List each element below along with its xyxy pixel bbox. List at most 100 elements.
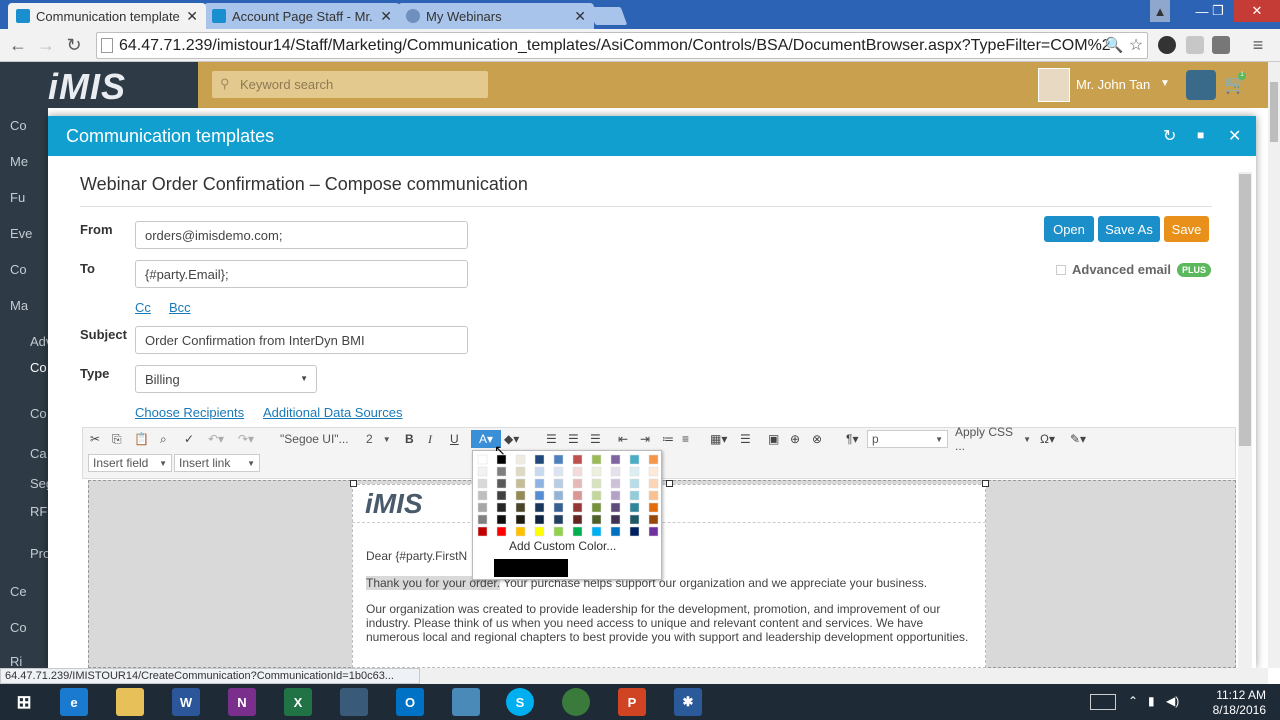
- horizontal-rule-icon[interactable]: ☰: [740, 431, 751, 447]
- resize-handle[interactable]: [350, 480, 357, 487]
- color-swatch[interactable]: [553, 514, 564, 525]
- color-swatch[interactable]: [515, 490, 526, 501]
- paste-icon[interactable]: 📋: [134, 431, 149, 447]
- align-left-icon[interactable]: ☰: [546, 431, 557, 447]
- resize-handle[interactable]: [982, 480, 989, 487]
- bullet-list-icon[interactable]: ≡: [682, 431, 689, 447]
- color-swatch[interactable]: [515, 526, 526, 537]
- color-swatch[interactable]: [591, 514, 602, 525]
- building-app-icon[interactable]: [452, 688, 480, 716]
- color-swatch[interactable]: [572, 454, 583, 465]
- color-swatch[interactable]: [477, 490, 488, 501]
- color-swatch[interactable]: [496, 526, 507, 537]
- color-swatch[interactable]: [496, 514, 507, 525]
- color-swatch[interactable]: [572, 490, 583, 501]
- color-swatch[interactable]: [477, 478, 488, 489]
- extension-camera-icon[interactable]: [1212, 36, 1230, 54]
- color-swatch[interactable]: [553, 478, 564, 489]
- color-swatch[interactable]: [572, 526, 583, 537]
- imis-logo[interactable]: iMIS: [48, 66, 126, 108]
- sidebar-subitem-segmentation[interactable]: Seg: [30, 476, 48, 491]
- from-field[interactable]: orders@imisdemo.com;: [135, 221, 468, 249]
- color-swatch[interactable]: [610, 514, 621, 525]
- font-name-select[interactable]: "Segoe UI"...: [276, 430, 360, 448]
- color-swatch[interactable]: [534, 478, 545, 489]
- close-icon[interactable]: ✕: [380, 8, 392, 25]
- cut-icon[interactable]: ✂: [90, 431, 100, 447]
- powerpoint-icon[interactable]: P: [618, 688, 646, 716]
- chrome-menu-icon[interactable]: ≡: [1248, 35, 1268, 55]
- find-icon[interactable]: ⌕: [160, 431, 167, 447]
- extension-m-icon[interactable]: [1186, 36, 1204, 54]
- sidebar-subitem-advanced[interactable]: Adv: [30, 334, 48, 349]
- tray-arrow-icon[interactable]: ⌃: [1128, 694, 1138, 708]
- color-swatch[interactable]: [572, 514, 583, 525]
- close-icon[interactable]: ✕: [574, 8, 586, 25]
- color-swatch[interactable]: [496, 478, 507, 489]
- color-swatch[interactable]: [572, 466, 583, 477]
- color-swatch[interactable]: [496, 466, 507, 477]
- remote-desktop-icon[interactable]: [340, 688, 368, 716]
- network-icon[interactable]: ▮: [1148, 694, 1155, 708]
- color-swatch[interactable]: [629, 526, 640, 537]
- avatar[interactable]: [1038, 68, 1070, 102]
- color-swatch-grid[interactable]: [473, 451, 663, 541]
- color-swatch[interactable]: [629, 502, 640, 513]
- internet-explorer-icon[interactable]: e: [60, 688, 88, 716]
- new-tab-button[interactable]: [588, 7, 628, 25]
- user-name[interactable]: Mr. John Tan: [1076, 77, 1150, 92]
- font-size-select[interactable]: 2 ▼: [362, 430, 394, 448]
- format-stripper-icon[interactable]: ✎▾: [1070, 431, 1086, 447]
- color-swatch[interactable]: [629, 490, 640, 501]
- italic-icon[interactable]: I: [428, 431, 432, 447]
- chevron-down-icon[interactable]: ▼: [1160, 78, 1170, 89]
- outdent-icon[interactable]: ⇤: [618, 431, 628, 447]
- color-swatch[interactable]: [515, 466, 526, 477]
- window-close-icon[interactable]: ✕: [1234, 0, 1280, 22]
- color-swatch[interactable]: [591, 466, 602, 477]
- user-profile-icon[interactable]: ▲: [1150, 0, 1170, 22]
- sidebar-subitem-campaigns[interactable]: Ca: [30, 446, 48, 461]
- color-swatch[interactable]: [629, 466, 640, 477]
- subject-field[interactable]: Order Confirmation from InterDyn BMI: [135, 326, 468, 354]
- color-swatch[interactable]: [515, 478, 526, 489]
- color-swatch[interactable]: [591, 502, 602, 513]
- bookmark-star-icon[interactable]: ☆: [1126, 35, 1146, 55]
- sidebar-item-events[interactable]: Eve: [10, 226, 48, 241]
- color-swatch[interactable]: [629, 478, 640, 489]
- apply-css-select[interactable]: Apply CSS ... ▼: [951, 425, 1031, 453]
- maximize-icon[interactable]: ■: [1197, 128, 1204, 142]
- align-right-icon[interactable]: ☰: [590, 431, 601, 447]
- word-icon[interactable]: W: [172, 688, 200, 716]
- color-swatch[interactable]: [610, 454, 621, 465]
- clock[interactable]: 11:12 AM 8/18/2016: [1206, 688, 1266, 718]
- support-icon[interactable]: [1186, 70, 1216, 100]
- color-swatch[interactable]: [477, 514, 488, 525]
- close-icon[interactable]: ✕: [1228, 126, 1241, 146]
- color-swatch[interactable]: [496, 502, 507, 513]
- color-swatch[interactable]: [477, 466, 488, 477]
- sidebar-item-ri[interactable]: Ri: [10, 654, 48, 669]
- color-swatch[interactable]: [629, 454, 640, 465]
- underline-icon[interactable]: U: [450, 431, 459, 447]
- skype-icon[interactable]: S: [506, 688, 534, 716]
- color-swatch[interactable]: [591, 490, 602, 501]
- reload-icon[interactable]: ↻: [64, 35, 84, 55]
- horizontal-scrollbar[interactable]: [420, 668, 1268, 684]
- color-swatch[interactable]: [648, 502, 659, 513]
- tab-account-page[interactable]: Account Page Staff - Mr. ✕: [204, 3, 400, 29]
- color-swatch[interactable]: [534, 466, 545, 477]
- zoom-icon[interactable]: 🔍: [1104, 35, 1124, 55]
- file-explorer-icon[interactable]: [116, 688, 144, 716]
- additional-data-sources-link[interactable]: Additional Data Sources: [263, 405, 402, 420]
- color-swatch[interactable]: [648, 466, 659, 477]
- color-swatch[interactable]: [515, 514, 526, 525]
- volume-icon[interactable]: ◀): [1166, 694, 1179, 708]
- open-button[interactable]: Open: [1044, 216, 1094, 242]
- color-swatch[interactable]: [648, 478, 659, 489]
- color-swatch[interactable]: [534, 502, 545, 513]
- advanced-email-option[interactable]: Advanced email PLUS: [1056, 262, 1212, 277]
- outlook-icon[interactable]: O: [396, 688, 424, 716]
- sidebar-item-commerce[interactable]: Co: [10, 262, 48, 277]
- excel-icon[interactable]: X: [284, 688, 312, 716]
